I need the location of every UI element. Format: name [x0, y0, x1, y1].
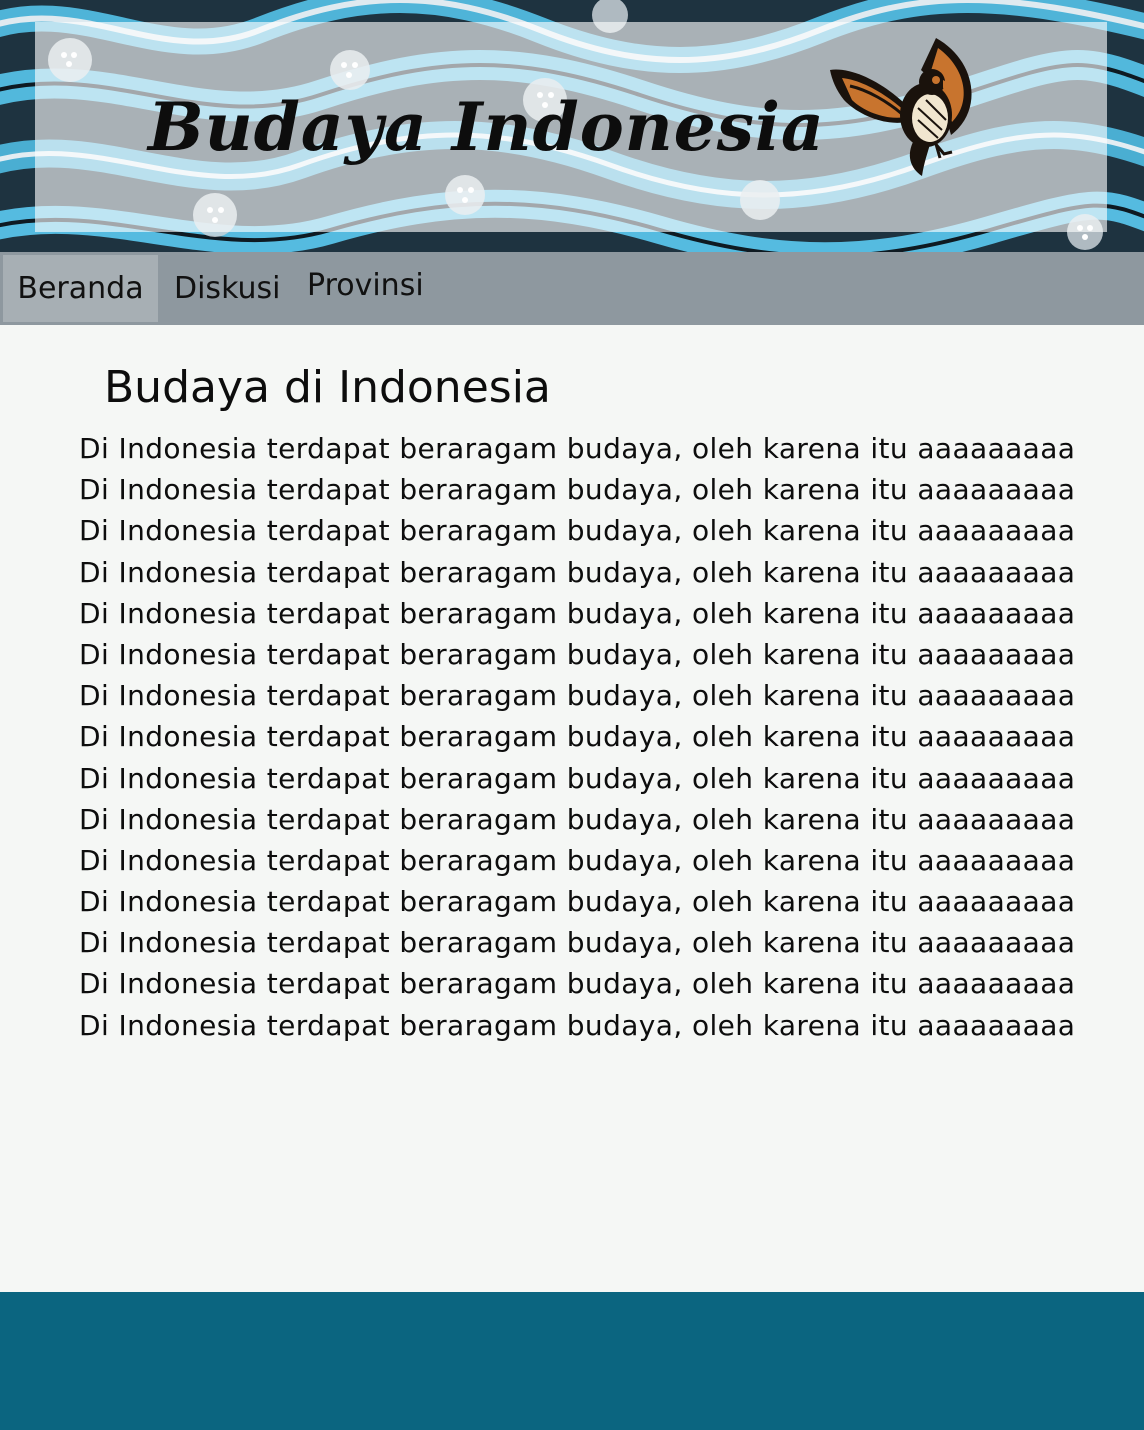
article-body: Di Indonesia terdapat beraragam budaya, …: [79, 428, 1109, 1046]
text-line: Di Indonesia terdapat beraragam budaya, …: [79, 967, 1076, 1001]
nav-item-label: Provinsi: [307, 268, 424, 303]
main-nav: Beranda Diskusi Provinsi: [0, 252, 1144, 325]
nav-item-label: Diskusi: [174, 271, 281, 306]
site-title: Budaya Indonesia: [148, 88, 825, 166]
text-line: Di Indonesia terdapat beraragam budaya, …: [79, 802, 1076, 836]
text-line: Di Indonesia terdapat beraragam budaya, …: [79, 843, 1076, 877]
nav-item-diskusi[interactable]: Diskusi: [174, 255, 281, 322]
page: Budaya Indonesia Beranda Diskusi Provins…: [0, 0, 1144, 1430]
text-line: Di Indonesia terdapat beraragam budaya, …: [79, 720, 1076, 754]
header-banner: Budaya Indonesia: [0, 0, 1144, 252]
text-line: Di Indonesia terdapat beraragam budaya, …: [79, 637, 1076, 671]
nav-item-label: Beranda: [17, 271, 144, 306]
text-line: Di Indonesia terdapat beraragam budaya, …: [79, 761, 1076, 795]
text-line: Di Indonesia terdapat beraragam budaya, …: [79, 555, 1076, 589]
text-line: Di Indonesia terdapat beraragam budaya, …: [79, 432, 1076, 465]
text-line: Di Indonesia terdapat beraragam budaya, …: [79, 679, 1076, 713]
text-line: Di Indonesia terdapat beraragam budaya, …: [79, 885, 1076, 919]
footer: [0, 1292, 1144, 1430]
text-line: Di Indonesia terdapat beraragam budaya, …: [79, 473, 1076, 507]
text-line: Di Indonesia terdapat beraragam budaya, …: [79, 926, 1076, 960]
text-line: Di Indonesia terdapat beraragam budaya, …: [79, 596, 1076, 630]
garuda-bird-icon: [830, 38, 972, 176]
page-title: Budaya di Indonesia: [104, 362, 551, 413]
text-line: Di Indonesia terdapat beraragam budaya, …: [79, 514, 1076, 548]
nav-item-beranda[interactable]: Beranda: [3, 255, 158, 322]
text-line: Di Indonesia terdapat beraragam budaya, …: [79, 1008, 1076, 1042]
nav-item-provinsi[interactable]: Provinsi: [307, 252, 424, 319]
